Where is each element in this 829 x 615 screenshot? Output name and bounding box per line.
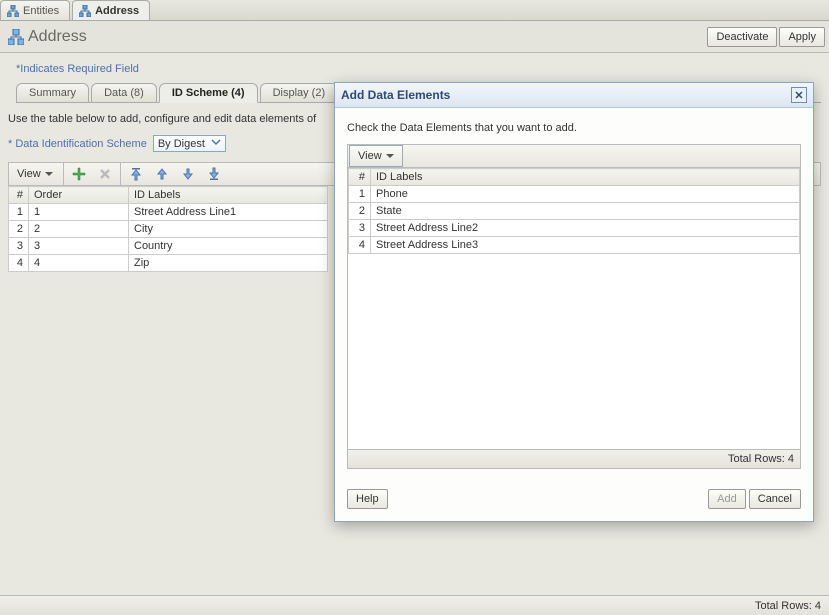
col-id-labels[interactable]: ID Labels	[129, 187, 328, 204]
move-up-button[interactable]	[149, 163, 175, 185]
scheme-label: Data Identification Scheme	[8, 138, 147, 150]
chevron-down-icon	[211, 137, 221, 150]
subtab-display[interactable]: Display (2)	[260, 83, 339, 102]
scheme-select[interactable]: By Digest	[153, 135, 226, 152]
top-tab-bar: Entities Address	[0, 0, 829, 21]
dialog-row[interactable]: 3 Street Address Line2	[349, 220, 800, 237]
view-menu-button[interactable]: View	[9, 163, 61, 185]
subtab-data[interactable]: Data (8)	[91, 83, 157, 102]
add-button[interactable]	[66, 163, 92, 185]
row-num: 4	[9, 255, 29, 272]
row-order: 3	[29, 238, 129, 255]
tab-address-label: Address	[95, 5, 139, 17]
required-field-note: *Indicates Required Field	[16, 63, 821, 75]
tab-entities[interactable]: Entities	[0, 0, 70, 20]
id-scheme-table: # Order ID Labels 1 1 Street Address Lin…	[8, 186, 328, 272]
move-top-button[interactable]	[123, 163, 149, 185]
separator	[120, 163, 121, 185]
dialog-row-label: Street Address Line2	[371, 220, 800, 237]
dialog-row[interactable]: 4 Street Address Line3	[349, 237, 800, 254]
subtab-summary[interactable]: Summary	[16, 83, 89, 102]
dialog-row[interactable]: 1 Phone	[349, 186, 800, 203]
tab-entities-label: Entities	[23, 5, 59, 17]
dialog-title-text: Add Data Elements	[341, 88, 450, 102]
dialog-help-button[interactable]: Help	[347, 489, 388, 509]
table-row[interactable]: 1 1 Street Address Line1	[9, 204, 328, 221]
plus-icon	[72, 167, 86, 181]
arrow-down-icon	[181, 167, 195, 181]
row-label: Street Address Line1	[129, 204, 328, 221]
row-num: 3	[9, 238, 29, 255]
row-num: 1	[9, 204, 29, 221]
dialog-row-num: 2	[349, 203, 371, 220]
dialog-col-num[interactable]: #	[349, 169, 371, 186]
dialog-row-label: Phone	[371, 186, 800, 203]
add-data-elements-dialog: Add Data Elements ✕ Check the Data Eleme…	[334, 82, 814, 522]
subtab-id-scheme[interactable]: ID Scheme (4)	[159, 83, 258, 103]
deactivate-button[interactable]: Deactivate	[707, 27, 777, 47]
tab-address[interactable]: Address	[72, 0, 150, 20]
row-label: Country	[129, 238, 328, 255]
dialog-instruction: Check the Data Elements that you want to…	[347, 122, 801, 134]
dialog-toolbar: View	[347, 144, 801, 168]
dialog-view-button[interactable]: View	[349, 145, 403, 167]
dialog-titlebar[interactable]: Add Data Elements ✕	[335, 83, 813, 108]
table-row[interactable]: 2 2 City	[9, 221, 328, 238]
view-label: View	[17, 168, 41, 180]
col-num[interactable]: #	[9, 187, 29, 204]
col-order[interactable]: Order	[29, 187, 129, 204]
dialog-col-id-labels[interactable]: ID Labels	[371, 169, 800, 186]
dialog-view-label: View	[358, 150, 382, 162]
dialog-row[interactable]: 2 State	[349, 203, 800, 220]
scheme-value: By Digest	[158, 138, 205, 150]
apply-button[interactable]: Apply	[779, 27, 825, 47]
delete-button[interactable]	[92, 163, 118, 185]
arrow-bottom-icon	[207, 167, 221, 181]
hierarchy-icon	[8, 29, 24, 45]
page-title-text: Address	[28, 28, 87, 46]
menu-chevron-icon	[386, 152, 394, 160]
row-label: City	[129, 221, 328, 238]
row-num: 2	[9, 221, 29, 238]
dialog-total: Total Rows: 4	[347, 450, 801, 469]
page-title: Address	[8, 28, 87, 46]
hierarchy-icon	[7, 5, 19, 17]
table-row[interactable]: 4 4 Zip	[9, 255, 328, 272]
row-order: 1	[29, 204, 129, 221]
page-header: Address Deactivate Apply	[0, 21, 829, 53]
row-order: 4	[29, 255, 129, 272]
x-icon	[98, 167, 112, 181]
dialog-row-num: 3	[349, 220, 371, 237]
arrow-top-icon	[129, 167, 143, 181]
dialog-close-button[interactable]: ✕	[791, 87, 807, 103]
dialog-add-button[interactable]: Add	[708, 489, 746, 509]
dialog-table: # ID Labels 1 Phone 2 State 3 St	[348, 168, 800, 254]
arrow-up-icon	[155, 167, 169, 181]
row-label: Zip	[129, 255, 328, 272]
move-down-button[interactable]	[175, 163, 201, 185]
separator	[63, 163, 64, 185]
footer-total-text: Total Rows: 4	[755, 600, 821, 612]
hierarchy-icon	[79, 5, 91, 17]
menu-chevron-icon	[45, 170, 53, 178]
dialog-row-label: Street Address Line3	[371, 237, 800, 254]
move-bottom-button[interactable]	[201, 163, 227, 185]
dialog-row-label: State	[371, 203, 800, 220]
table-row[interactable]: 3 3 Country	[9, 238, 328, 255]
dialog-cancel-button[interactable]: Cancel	[749, 489, 801, 509]
dialog-row-num: 1	[349, 186, 371, 203]
close-icon: ✕	[794, 89, 803, 102]
dialog-row-num: 4	[349, 237, 371, 254]
row-order: 2	[29, 221, 129, 238]
footer-total: Total Rows: 4	[0, 595, 829, 615]
